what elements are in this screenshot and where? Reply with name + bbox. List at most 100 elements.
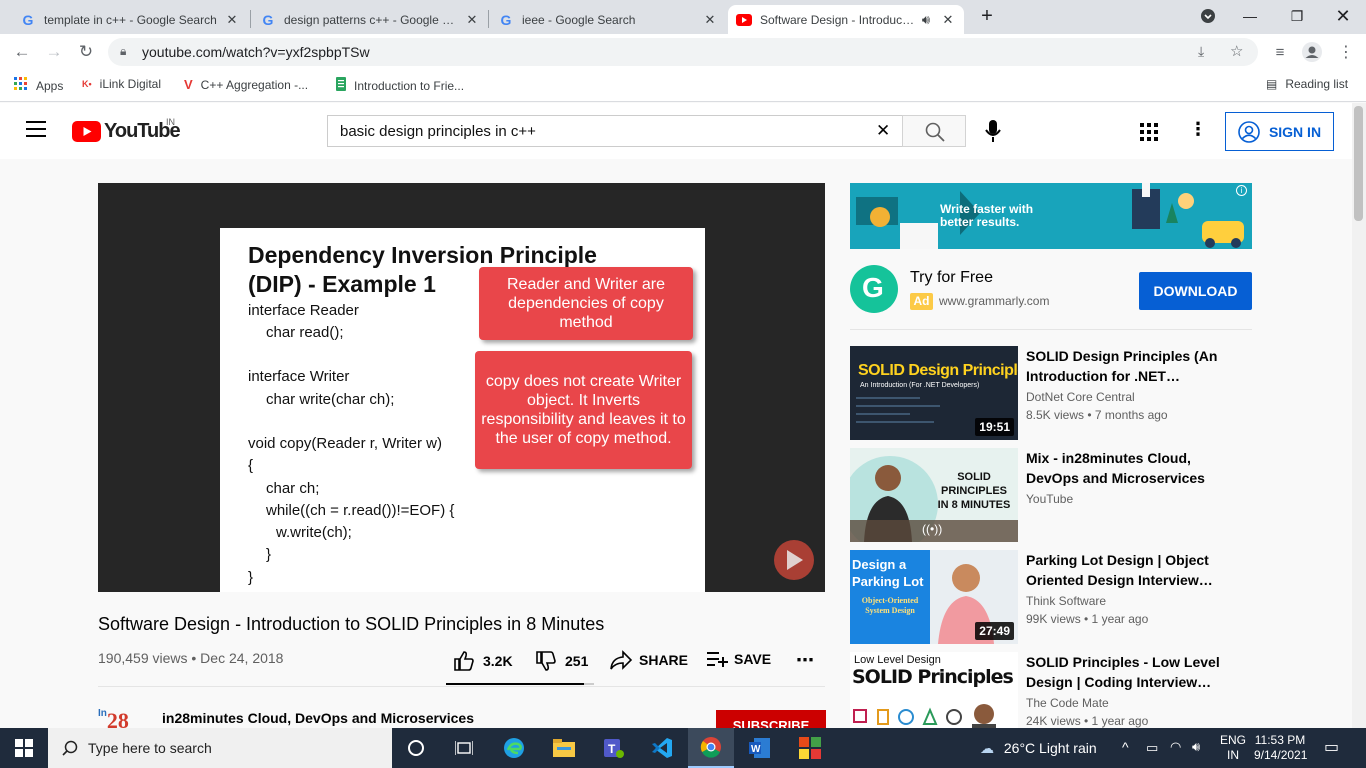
ad-download-button[interactable]: DOWNLOAD <box>1139 272 1252 310</box>
reading-list-button[interactable]: ▤ Reading list <box>1266 77 1348 91</box>
video-thumbnail[interactable]: Design a Parking Lot Object-Oriented Sys… <box>850 550 1018 644</box>
battery-icon[interactable]: ▭ <box>1146 740 1158 756</box>
dislike-button[interactable]: 251 <box>535 650 588 672</box>
file-explorer-icon[interactable] <box>552 736 576 760</box>
recommended-mix[interactable]: SOLID PRINCIPLES IN 8 MINUTES ((•)) Mix … <box>850 448 1252 542</box>
tab-design-patterns[interactable]: G design patterns c++ - Google Search ✕ <box>252 5 488 34</box>
language-indicator[interactable]: ENG IN <box>1220 733 1246 763</box>
recommended-title[interactable]: SOLID Design Principles (An Introduction… <box>1026 346 1246 386</box>
url-text: youtube.com/watch?v=yxf2spbpTSw <box>142 44 370 60</box>
scrollbar-thumb[interactable] <box>1354 106 1363 221</box>
apps-icon[interactable] <box>1140 123 1158 146</box>
ad-banner[interactable]: Write faster with better results. i <box>850 183 1252 249</box>
vscode-icon[interactable] <box>650 736 674 760</box>
recommended-channel[interactable]: DotNet Core Central <box>1026 390 1135 404</box>
close-icon[interactable]: ✕ <box>940 12 956 28</box>
grammarly-logo-icon[interactable]: G <box>850 265 898 313</box>
recommended-views: 8.5K views • 7 months ago <box>1026 408 1168 422</box>
bookmark-apps[interactable]: Apps <box>14 77 63 94</box>
clock-time: 11:53 PM <box>1254 733 1306 747</box>
recommended-title[interactable]: Parking Lot Design | Object Oriented Des… <box>1026 550 1246 590</box>
close-icon[interactable]: ✕ <box>702 12 718 28</box>
like-button[interactable]: 3.2K <box>453 650 513 672</box>
teams-icon[interactable]: T <box>600 736 624 760</box>
forward-icon[interactable]: → <box>42 40 66 64</box>
notifications-icon[interactable]: ▭ <box>1324 737 1339 757</box>
word-icon[interactable]: W <box>748 736 772 760</box>
app-grid-icon[interactable] <box>798 736 822 760</box>
install-icon[interactable]: ⤓ <box>1198 43 1204 60</box>
cortana-icon[interactable] <box>404 736 428 760</box>
thumbnail-text: Design a Parking Lot <box>852 557 924 589</box>
recommended-title[interactable]: Mix - in28minutes Cloud, DevOps and Micr… <box>1026 448 1246 488</box>
recommended-channel[interactable]: The Code Mate <box>1026 696 1109 710</box>
video-player[interactable]: Dependency Inversion Principle (DIP) - E… <box>98 183 825 592</box>
window-close-icon[interactable]: ✕ <box>1331 4 1355 28</box>
video-thumbnail[interactable]: SOLID PRINCIPLES IN 8 MINUTES ((•)) <box>850 448 1018 542</box>
channel-avatar[interactable]: In28 <box>98 708 146 728</box>
microphone-icon[interactable] <box>984 120 1002 149</box>
taskbar-search-box[interactable]: Type here to search <box>48 728 392 768</box>
tab-search-icon[interactable] <box>1196 4 1220 28</box>
bookmark-v-icon: V <box>184 77 193 92</box>
bookmark-star-icon[interactable]: ☆ <box>1230 42 1243 60</box>
settings-dots-icon[interactable]: ⋮ <box>1189 119 1207 140</box>
search-input[interactable]: basic design principles in c++ ✕ <box>327 115 902 147</box>
slide-code-line: w.write(ch); <box>276 524 352 541</box>
tab-template[interactable]: G template in c++ - Google Search ✕ <box>12 5 248 34</box>
restore-icon[interactable]: ❐ <box>1285 4 1309 28</box>
channel-name[interactable]: in28minutes Cloud, DevOps and Microservi… <box>162 710 474 726</box>
more-actions-icon[interactable]: ⋯ <box>796 650 814 671</box>
bookmark-label: C++ Aggregation -... <box>200 77 309 92</box>
bookmark-cpp-aggregation[interactable]: V C++ Aggregation -... <box>184 77 308 92</box>
recommended-channel[interactable]: Think Software <box>1026 594 1106 608</box>
recommended-title[interactable]: SOLID Principles - Low Level Design | Co… <box>1026 652 1246 692</box>
tab-software-design[interactable]: Software Design - Introduction to SOLID … <box>728 5 964 34</box>
thumbnail-text: SOLID Design Principles <box>858 362 1018 379</box>
browser-toolbar: ← → ↻ 🔒︎ youtube.com/watch?v=yxf2spbpTSw… <box>0 34 1366 70</box>
speaker-icon[interactable]: 🔊︎ <box>918 12 934 28</box>
hamburger-menu-icon[interactable] <box>26 121 46 137</box>
play-button[interactable] <box>774 540 814 580</box>
slide-code-line: } <box>248 569 254 586</box>
slide-code-line: interface Writer <box>248 368 350 385</box>
ad-info-icon[interactable]: i <box>1236 185 1247 196</box>
profile-icon[interactable] <box>1300 40 1324 64</box>
video-thumbnail[interactable]: SOLID Design Principles An Introduction … <box>850 346 1018 440</box>
weather-widget[interactable]: ☁︎ 26°C Light rain <box>980 740 1097 757</box>
task-view-icon[interactable] <box>452 736 476 760</box>
volume-icon[interactable]: 🔊︎ <box>1192 739 1200 755</box>
minimize-icon[interactable]: — <box>1238 4 1262 28</box>
windows-start-icon[interactable] <box>12 736 36 760</box>
media-control-icon[interactable]: ≡ <box>1268 40 1292 64</box>
wifi-icon[interactable]: ◠ <box>1170 739 1181 755</box>
search-button[interactable] <box>902 115 966 147</box>
clear-search-icon[interactable]: ✕ <box>876 121 890 141</box>
ad-title[interactable]: Try for Free <box>910 269 993 287</box>
chrome-taskbar-button[interactable] <box>688 728 734 768</box>
new-tab-icon[interactable]: + <box>975 4 999 28</box>
channel-logo-number: 28 <box>106 708 129 728</box>
bookmark-ilink[interactable]: K• iLink Digital <box>82 77 161 91</box>
recommended-video[interactable]: SOLID Design Principles An Introduction … <box>850 346 1252 440</box>
browser-tab-strip: G template in c++ - Google Search ✕ G de… <box>0 0 1366 34</box>
recommended-channel[interactable]: YouTube <box>1026 492 1073 506</box>
close-icon[interactable]: ✕ <box>464 12 480 28</box>
back-icon[interactable]: ← <box>10 40 34 64</box>
address-bar[interactable]: 🔒︎ youtube.com/watch?v=yxf2spbpTSw ⤓ ☆ <box>108 38 1258 66</box>
menu-dots-icon[interactable]: ⋮ <box>1334 40 1358 64</box>
sign-in-button[interactable]: SIGN IN <box>1225 112 1334 151</box>
edge-icon[interactable] <box>502 736 526 760</box>
youtube-logo[interactable]: YouTube <box>72 120 181 143</box>
recommended-video[interactable]: Design a Parking Lot Object-Oriented Sys… <box>850 550 1252 644</box>
close-icon[interactable]: ✕ <box>224 12 240 28</box>
taskbar-search-placeholder: Type here to search <box>88 740 212 756</box>
save-button[interactable]: SAVE <box>706 650 771 668</box>
subscribe-button[interactable]: SUBSCRIBE <box>716 710 826 728</box>
clock[interactable]: 11:53 PM 9/14/2021 <box>1254 733 1307 763</box>
reload-icon[interactable]: ↻ <box>74 40 98 64</box>
share-button[interactable]: SHARE <box>609 650 688 670</box>
show-hidden-icons-icon[interactable]: ^ <box>1122 739 1129 755</box>
bookmark-introduction[interactable]: Introduction to Frie... <box>336 77 464 94</box>
tab-ieee[interactable]: G ieee - Google Search ✕ <box>490 5 726 34</box>
